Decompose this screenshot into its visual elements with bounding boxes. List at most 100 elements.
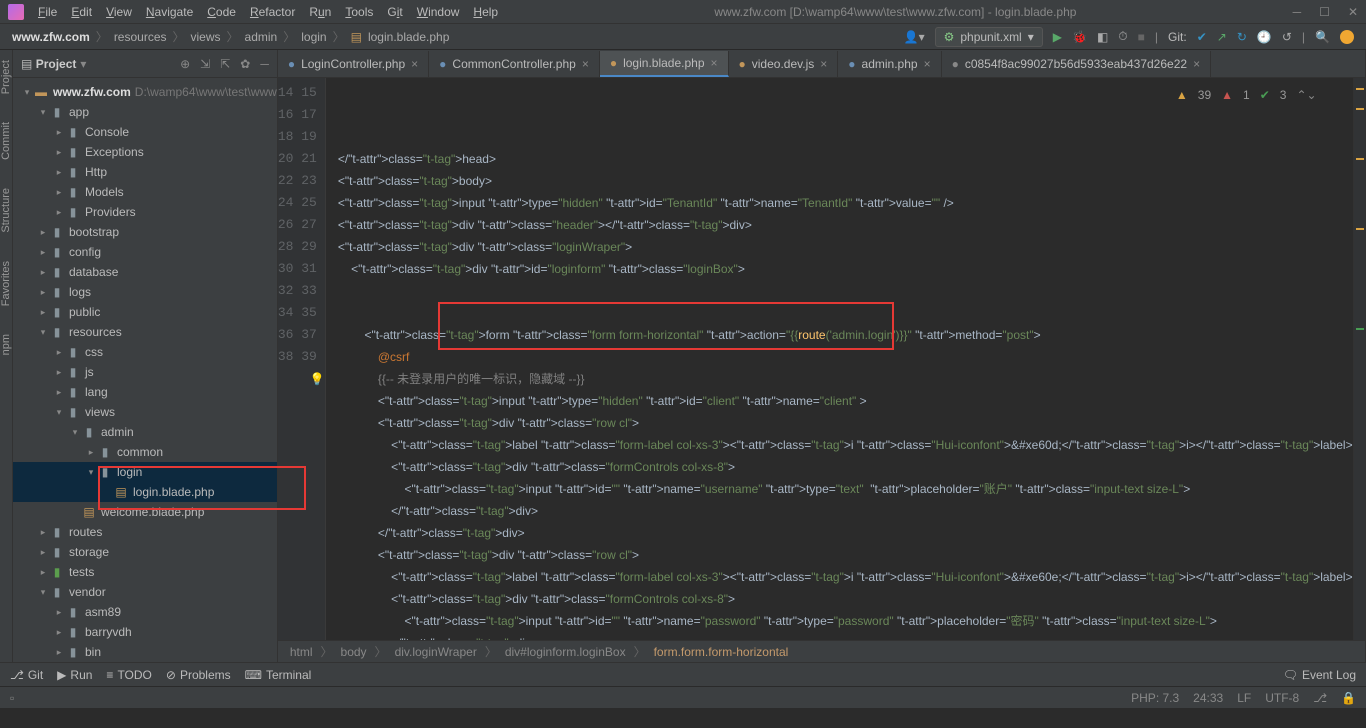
hide-icon[interactable]: ─ xyxy=(260,57,269,71)
tree-folder[interactable]: ▾▮views xyxy=(13,402,277,422)
git-push-button[interactable]: ↗ xyxy=(1217,30,1227,44)
tree-folder[interactable]: ▸▮bin xyxy=(13,642,277,662)
editor-breadcrumb[interactable]: html〉 body〉 div.loginWraper〉 div#loginfo… xyxy=(278,640,1365,662)
tree-folder[interactable]: ▸▮Providers xyxy=(13,202,277,222)
tool-favorites[interactable]: Favorites xyxy=(0,261,12,306)
menu-view[interactable]: View xyxy=(106,5,132,19)
locate-icon[interactable]: ⊕ xyxy=(180,57,190,71)
bc[interactable]: html xyxy=(290,645,313,659)
stop-button[interactable]: ■ xyxy=(1138,30,1145,44)
tree-folder[interactable]: ▸▮Http xyxy=(13,162,277,182)
menu-help[interactable]: Help xyxy=(473,5,498,19)
tree-file[interactable]: ▤login.blade.php xyxy=(13,482,277,502)
settings-icon[interactable]: ✿ xyxy=(240,57,250,71)
window-minimize[interactable]: ─ xyxy=(1293,5,1302,19)
tree-folder[interactable]: ▸▮lang xyxy=(13,382,277,402)
menu-git[interactable]: Git xyxy=(387,5,402,19)
breadcrumb-path[interactable]: www.zfw.com〉 resources〉 views〉 admin〉 lo… xyxy=(12,28,449,45)
crumb[interactable]: login xyxy=(301,30,326,44)
menu-window[interactable]: Window xyxy=(417,5,460,19)
coverage-button[interactable]: ◧ xyxy=(1097,30,1108,44)
status-charset[interactable]: UTF-8 xyxy=(1265,691,1299,705)
inspections-widget[interactable]: ▲39 ▲1 ✔3 ⌃⌄ xyxy=(1176,84,1317,106)
line-gutter[interactable]: 14 15 16 17 18 19 20 21 22 23 24 25 26 2… xyxy=(278,78,326,640)
tree-folder[interactable]: ▸▮logs xyxy=(13,282,277,302)
tree-folder[interactable]: ▸▮js xyxy=(13,362,277,382)
close-icon[interactable]: × xyxy=(1193,57,1200,71)
tree-folder[interactable]: ▸▮config xyxy=(13,242,277,262)
editor-tab[interactable]: ●c0854f8ac99027b56d5933eab437d26e22× xyxy=(942,51,1212,77)
tree-folder[interactable]: ▸▮bootstrap xyxy=(13,222,277,242)
error-stripe[interactable] xyxy=(1353,78,1365,640)
menu-refactor[interactable]: Refactor xyxy=(250,5,295,19)
tool-npm[interactable]: npm xyxy=(0,334,12,355)
git-commit-button[interactable]: ✔ xyxy=(1197,30,1207,44)
tree-folder[interactable]: ▾▮admin xyxy=(13,422,277,442)
git-revert-button[interactable]: ↺ xyxy=(1282,30,1292,44)
tree-folder[interactable]: ▸▮tests xyxy=(13,562,277,582)
code-editor[interactable]: ▲39 ▲1 ✔3 ⌃⌄ </"t-attr">class="t-tag">he… xyxy=(326,78,1353,640)
intention-bulb[interactable]: 💡 xyxy=(310,368,325,390)
tree-root[interactable]: ▾▬www.zfw.com D:\wamp64\www\test\www xyxy=(13,82,277,102)
close-icon[interactable]: × xyxy=(711,56,718,70)
close-icon[interactable]: × xyxy=(411,57,418,71)
tree-folder[interactable]: ▸▮asm89 xyxy=(13,602,277,622)
tree-folder[interactable]: ▸▮css xyxy=(13,342,277,362)
tree-folder[interactable]: ▸▮database xyxy=(13,262,277,282)
tree-folder[interactable]: ▸▮storage xyxy=(13,542,277,562)
tree-folder[interactable]: ▸▮common xyxy=(13,442,277,462)
tool-run[interactable]: ▶ Run xyxy=(57,668,92,682)
menu-run[interactable]: Run xyxy=(309,5,331,19)
run-config-dropdown[interactable]: ⚙ phpunit.xml ▾ xyxy=(935,27,1043,47)
tool-commit[interactable]: Commit xyxy=(0,122,12,160)
tool-terminal[interactable]: ⌨ Terminal xyxy=(245,668,312,682)
status-lock[interactable]: 🔒 xyxy=(1341,691,1356,705)
tool-project[interactable]: Project xyxy=(0,60,12,94)
crumb[interactable]: resources xyxy=(114,30,167,44)
status-caret[interactable]: 24:33 xyxy=(1193,691,1223,705)
tool-todo[interactable]: ≡ TODO xyxy=(106,668,151,682)
editor-tab[interactable]: ●admin.php× xyxy=(838,51,941,77)
search-button[interactable]: 🔍 xyxy=(1315,30,1330,44)
git-update-button[interactable]: ↻ xyxy=(1237,30,1247,44)
crumb[interactable]: views xyxy=(191,30,221,44)
crumb-file[interactable]: login.blade.php xyxy=(368,30,449,44)
tree-folder[interactable]: ▸▮Exceptions xyxy=(13,142,277,162)
tree-folder[interactable]: ▸▮routes xyxy=(13,522,277,542)
crumb[interactable]: admin xyxy=(245,30,278,44)
bc[interactable]: form.form.form-horizontal xyxy=(654,645,789,659)
expand-icon[interactable]: ⇲ xyxy=(200,57,210,71)
menu-file[interactable]: File xyxy=(38,5,57,19)
close-icon[interactable]: × xyxy=(820,57,827,71)
editor-tab[interactable]: ●LoginController.php× xyxy=(278,51,429,77)
settings-button[interactable] xyxy=(1340,30,1354,44)
bc[interactable]: body xyxy=(341,645,367,659)
profile-button[interactable]: ⏱ xyxy=(1118,29,1127,44)
chevron-icon[interactable]: ⌃⌄ xyxy=(1296,84,1316,106)
menu-tools[interactable]: Tools xyxy=(345,5,373,19)
crumb-root[interactable]: www.zfw.com xyxy=(12,30,90,44)
menu-code[interactable]: Code xyxy=(207,5,236,19)
editor-tab[interactable]: ●CommonController.php× xyxy=(429,51,600,77)
close-icon[interactable]: × xyxy=(582,57,589,71)
run-button[interactable]: ▶ xyxy=(1053,30,1062,44)
tool-problems[interactable]: ⊘ Problems xyxy=(166,668,231,682)
menu-navigate[interactable]: Navigate xyxy=(146,5,193,19)
git-history-button[interactable]: 🕘 xyxy=(1257,30,1272,44)
bc[interactable]: div.loginWraper xyxy=(395,645,477,659)
tree-folder[interactable]: ▸▮barryvdh xyxy=(13,622,277,642)
bc[interactable]: div#loginform.loginBox xyxy=(505,645,626,659)
collapse-icon[interactable]: ⇱ xyxy=(220,57,230,71)
tool-window-toggle[interactable]: ▫ xyxy=(10,691,14,705)
tool-git[interactable]: ⎇ Git xyxy=(10,668,43,682)
tree-file[interactable]: ▤welcome.blade.php xyxy=(13,502,277,522)
window-close[interactable]: ✕ xyxy=(1348,5,1358,19)
editor-tab[interactable]: ●login.blade.php× xyxy=(600,51,729,77)
tool-structure[interactable]: Structure xyxy=(0,188,12,233)
event-log[interactable]: 🗨 Event Log xyxy=(1283,668,1356,682)
tree-folder[interactable]: ▸▮Console xyxy=(13,122,277,142)
status-php[interactable]: PHP: 7.3 xyxy=(1131,691,1179,705)
user-icon[interactable]: 👤▾ xyxy=(904,30,925,44)
close-icon[interactable]: × xyxy=(924,57,931,71)
tree-folder[interactable]: ▾▮login xyxy=(13,462,277,482)
